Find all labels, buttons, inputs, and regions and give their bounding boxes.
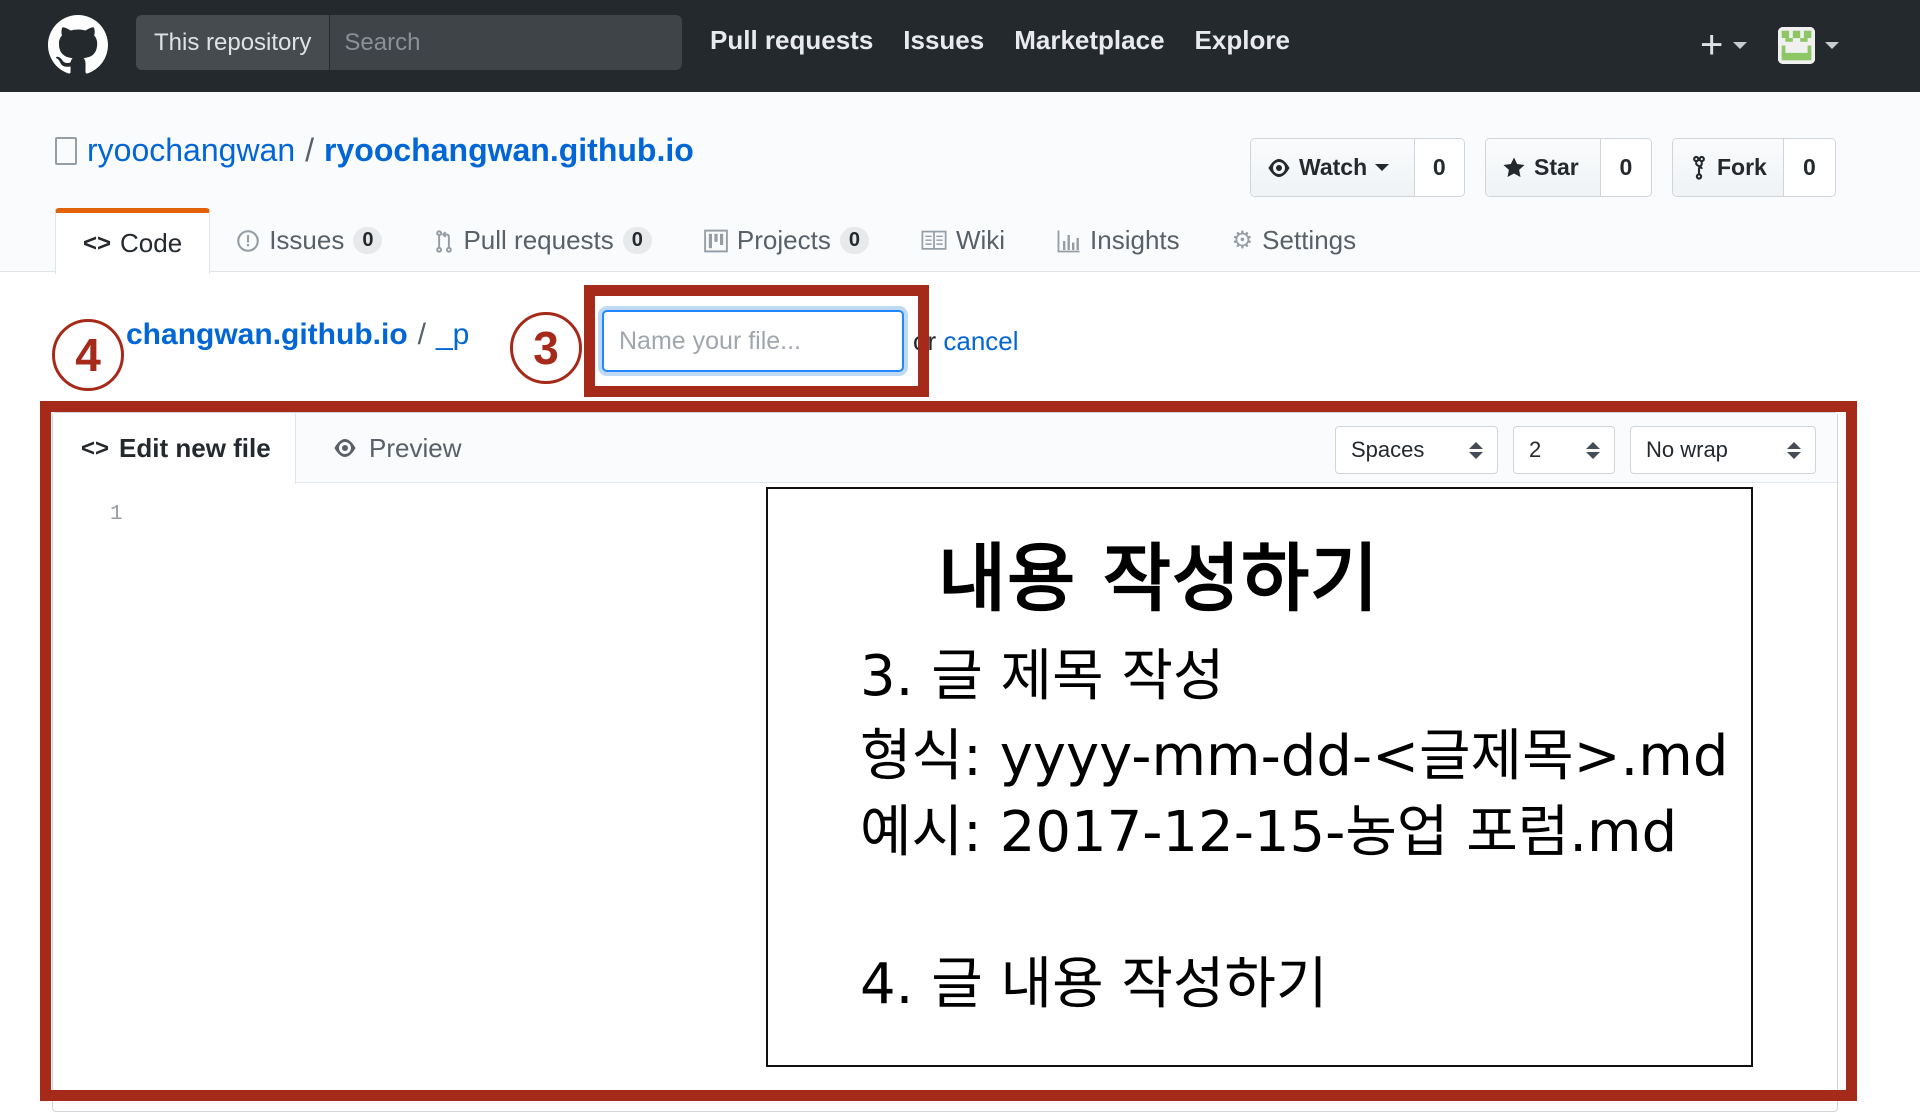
- project-icon: [704, 229, 728, 252]
- gear-icon: ⚙: [1231, 227, 1254, 254]
- annotation-highlight-filename: [584, 285, 929, 397]
- book-icon: [921, 230, 947, 250]
- search-scope-label[interactable]: This repository: [136, 15, 331, 70]
- caret-down-icon: [1375, 164, 1390, 171]
- repo-header: ryoochangwan / ryoochangwan.github.io Wa…: [0, 92, 1920, 274]
- nav-explore[interactable]: Explore: [1195, 25, 1290, 56]
- fork-count[interactable]: 0: [1783, 139, 1835, 196]
- repo-owner-link[interactable]: ryoochangwan: [87, 132, 295, 169]
- tab-pull-requests[interactable]: Pull requests 0: [408, 208, 677, 273]
- tab-label: Code: [120, 228, 183, 258]
- tab-projects[interactable]: Projects 0: [678, 208, 895, 273]
- note-line: 3. 글 제목 작성: [860, 644, 1225, 709]
- watch-button[interactable]: Watch: [1251, 139, 1415, 196]
- fork-label: Fork: [1717, 154, 1767, 180]
- plus-icon: +: [1700, 23, 1724, 67]
- issue-icon: [237, 229, 259, 252]
- fork-icon: [1693, 155, 1705, 180]
- nav-issues[interactable]: Issues: [903, 25, 984, 56]
- repo-title: ryoochangwan / ryoochangwan.github.io: [55, 132, 694, 169]
- code-icon: <>: [83, 229, 112, 257]
- fork-button[interactable]: Fork: [1673, 139, 1784, 196]
- repo-nav: <> Code Issues 0 Pull requests 0 Project…: [55, 208, 1382, 274]
- breadcrumb-repo-link[interactable]: changwan.github.io: [126, 318, 408, 352]
- global-header: This repository Pull requests Issues Mar…: [0, 0, 1920, 92]
- tab-wiki[interactable]: Wiki: [895, 208, 1031, 273]
- tab-label: Wiki: [955, 225, 1006, 255]
- tab-issues[interactable]: Issues 0: [210, 208, 408, 273]
- repo-name-link[interactable]: ryoochangwan.github.io: [324, 132, 694, 169]
- issues-counter: 0: [353, 227, 383, 254]
- pull-request-icon: [436, 229, 453, 253]
- search-box: This repository: [136, 15, 682, 70]
- annotation-note-box: 내용 작성하기 3. 글 제목 작성 형식: yyyy-mm-dd-<글제목>.…: [766, 487, 1753, 1067]
- pull-requests-counter: 0: [622, 227, 652, 254]
- tab-code[interactable]: <> Code: [55, 208, 211, 274]
- star-icon: [1503, 157, 1525, 177]
- tab-settings[interactable]: ⚙ Settings: [1206, 208, 1382, 273]
- breadcrumb-dir-link[interactable]: _p: [436, 318, 469, 352]
- watch-label: Watch: [1299, 154, 1368, 180]
- star-button[interactable]: Star: [1486, 139, 1601, 196]
- path-separator: /: [417, 318, 426, 351]
- tab-label: Projects: [736, 225, 831, 255]
- nav-marketplace[interactable]: Marketplace: [1014, 25, 1164, 56]
- tab-insights[interactable]: Insights: [1031, 208, 1206, 273]
- nav-pull-requests[interactable]: Pull requests: [710, 25, 873, 56]
- star-group: Star 0: [1485, 138, 1652, 197]
- tab-label: Issues: [269, 225, 345, 255]
- caret-down-icon: [1825, 42, 1839, 49]
- annotation-marker-4: 4: [52, 319, 124, 391]
- github-logo-icon[interactable]: [48, 15, 108, 75]
- note-line: 예시: 2017-12-15-농업 포럼.md: [860, 800, 1678, 865]
- annotation-marker-3: 3: [510, 312, 582, 384]
- tab-label: Settings: [1262, 225, 1357, 255]
- star-label: Star: [1534, 154, 1579, 180]
- fork-group: Fork 0: [1672, 138, 1836, 197]
- star-count[interactable]: 0: [1600, 139, 1651, 196]
- watch-count[interactable]: 0: [1414, 139, 1464, 196]
- caret-down-icon: [1733, 41, 1748, 49]
- note-line: 4. 글 내용 작성하기: [860, 952, 1328, 1017]
- note-line: 형식: yyyy-mm-dd-<글제목>.md: [860, 724, 1729, 789]
- create-new-menu[interactable]: +: [1700, 23, 1748, 67]
- identicon-icon: [1778, 27, 1815, 64]
- path-separator: /: [305, 132, 315, 168]
- user-menu[interactable]: [1778, 27, 1839, 64]
- global-nav: Pull requests Issues Marketplace Explore: [710, 25, 1290, 56]
- note-title: 내용 작성하기: [938, 536, 1380, 622]
- avatar: [1778, 27, 1815, 64]
- eye-icon: [1268, 158, 1290, 177]
- search-input[interactable]: [330, 15, 682, 70]
- repo-icon: [55, 136, 77, 165]
- cancel-link[interactable]: cancel: [943, 326, 1018, 356]
- graph-icon: [1057, 230, 1080, 252]
- watch-group: Watch 0: [1250, 138, 1465, 197]
- tab-label: Insights: [1090, 225, 1180, 255]
- projects-counter: 0: [839, 227, 869, 254]
- tab-label: Pull requests: [463, 225, 614, 255]
